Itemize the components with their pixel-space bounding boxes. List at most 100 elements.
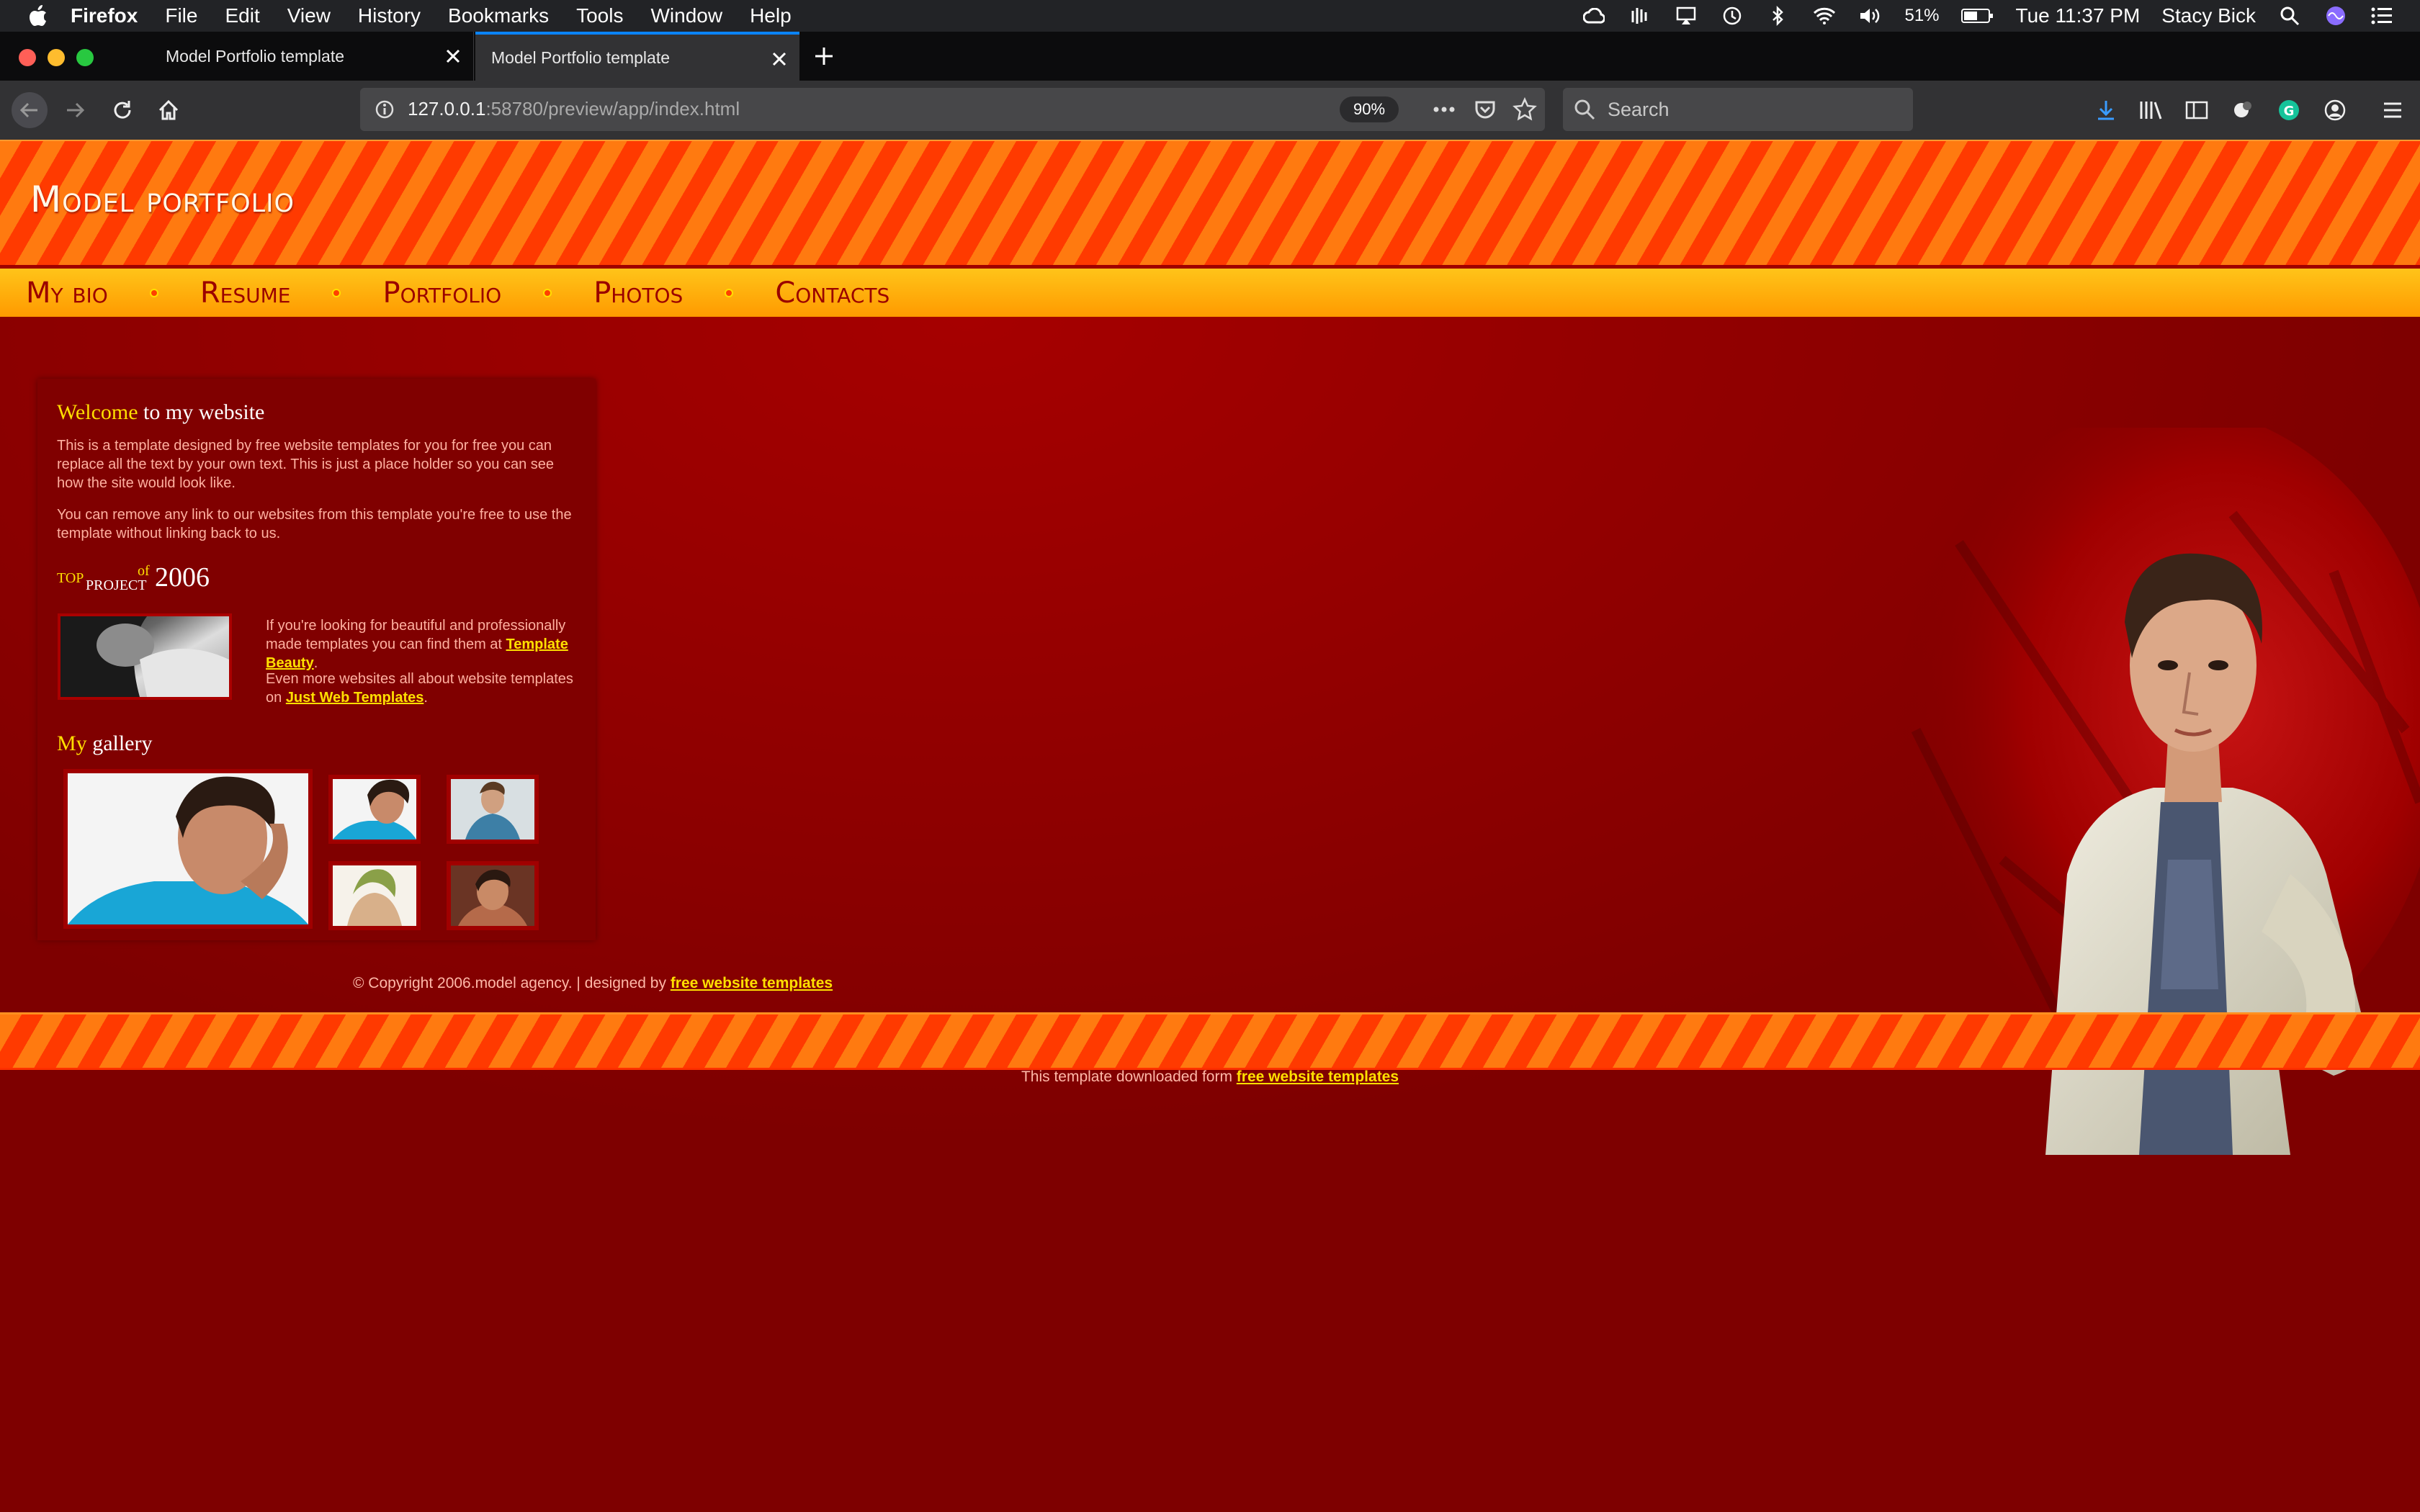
clock[interactable]: Tue 11:37 PM bbox=[2016, 4, 2141, 27]
menu-bookmarks[interactable]: Bookmarks bbox=[448, 4, 549, 27]
menu-tools[interactable]: Tools bbox=[576, 4, 623, 27]
nav-link-portfolio[interactable]: Portfolio bbox=[382, 276, 501, 310]
wifi-icon[interactable] bbox=[1812, 5, 1837, 27]
promo-2-end: . bbox=[424, 690, 428, 706]
volume-icon[interactable] bbox=[1858, 5, 1883, 27]
forward-button[interactable] bbox=[58, 93, 92, 127]
user-name[interactable]: Stacy Bick bbox=[2161, 4, 2256, 27]
download-credit-text: This template downloaded form bbox=[1021, 1068, 1237, 1085]
battery-percent: 51% bbox=[1904, 6, 1940, 25]
promo-1-end: . bbox=[313, 655, 318, 671]
close-tab-icon[interactable] bbox=[443, 46, 463, 66]
gallery-highlight: My bbox=[57, 732, 87, 755]
menu-window[interactable]: Window bbox=[650, 4, 722, 27]
nav-link-my-bio[interactable]: My bio bbox=[26, 276, 108, 310]
nav-separator-dot bbox=[543, 288, 552, 297]
tab-title: Model Portfolio template bbox=[491, 48, 671, 67]
gallery-heading-rest: gallery bbox=[86, 732, 153, 755]
just-web-templates-link[interactable]: Just Web Templates bbox=[286, 690, 424, 706]
top-project-project: PROJECT bbox=[86, 577, 147, 593]
gallery-photo-large[interactable] bbox=[63, 769, 313, 929]
top-project-photo[interactable] bbox=[58, 613, 232, 700]
window-zoom-button[interactable] bbox=[76, 49, 94, 66]
macos-menubar: Firefox File Edit View History Bookmarks… bbox=[0, 0, 2420, 32]
site-nav: My bio Resume Portfolio Photos Contacts bbox=[0, 265, 2420, 317]
notification-center-icon[interactable] bbox=[2370, 5, 2394, 27]
bookmark-star-icon[interactable] bbox=[1512, 96, 1537, 125]
menu-app-name[interactable]: Firefox bbox=[71, 4, 138, 27]
gallery-photo-3[interactable] bbox=[447, 775, 539, 844]
navigation-toolbar: 127.0.0.1:58780/preview/app/index.html 9… bbox=[0, 81, 2420, 140]
promo-just-web-templates: Even more websites all about website tem… bbox=[266, 670, 583, 707]
new-tab-icon[interactable] bbox=[810, 42, 838, 71]
menu-edit[interactable]: Edit bbox=[225, 4, 259, 27]
menubar-status-area: 51% Tue 11:37 PM Stacy Bick bbox=[1582, 0, 2394, 32]
copyright-line: © Copyright 2006.model agency. | designe… bbox=[353, 975, 833, 992]
promo-template-beauty: If you're looking for beautiful and prof… bbox=[266, 616, 583, 672]
gallery-heading: My gallery bbox=[57, 732, 152, 756]
account-icon[interactable] bbox=[2318, 93, 2352, 127]
airplay-icon[interactable] bbox=[1674, 5, 1698, 27]
intro-paragraph-2: You can remove any link to our websites … bbox=[57, 507, 572, 541]
site-title: Model portfolio bbox=[30, 179, 295, 220]
pocket-icon[interactable] bbox=[1474, 98, 1497, 125]
nav-separator-dot bbox=[725, 288, 734, 297]
hamburger-menu-icon[interactable] bbox=[2375, 93, 2410, 127]
url-host: 127.0.0.1 bbox=[408, 98, 486, 120]
menu-help[interactable]: Help bbox=[750, 4, 792, 27]
tab-model-portfolio-1[interactable]: Model Portfolio template bbox=[150, 32, 474, 81]
svg-text:G: G bbox=[2284, 104, 2295, 119]
grammarly-icon[interactable]: G bbox=[2272, 93, 2306, 127]
library-icon[interactable] bbox=[2133, 93, 2168, 127]
search-input[interactable] bbox=[1608, 96, 1896, 122]
close-tab-icon[interactable] bbox=[769, 49, 789, 69]
download-credit-link[interactable]: free website templates bbox=[1237, 1068, 1399, 1085]
search-box[interactable] bbox=[1563, 88, 1913, 131]
downloads-icon[interactable] bbox=[2089, 93, 2123, 127]
time-machine-icon[interactable] bbox=[1720, 5, 1744, 27]
free-website-templates-link[interactable]: free website templates bbox=[671, 975, 833, 991]
gallery-photo-2[interactable] bbox=[328, 775, 421, 844]
top-project-top: TOP bbox=[57, 570, 84, 586]
battery-icon[interactable] bbox=[1960, 5, 1994, 27]
menu-history[interactable]: History bbox=[358, 4, 421, 27]
back-button[interactable] bbox=[12, 92, 48, 128]
home-button[interactable] bbox=[151, 93, 186, 127]
top-project-2006-heading: TOP PROJECT of 2006 bbox=[57, 556, 287, 599]
site-info-icon[interactable] bbox=[375, 99, 395, 123]
top-project-year: 2006 bbox=[155, 562, 210, 593]
spotlight-search-icon[interactable] bbox=[2277, 5, 2302, 27]
nav-link-contacts[interactable]: Contacts bbox=[775, 276, 889, 310]
footer-stripe bbox=[0, 1012, 2420, 1070]
window-close-button[interactable] bbox=[19, 49, 36, 66]
intro-paragraph-1: This is a template designed by free webs… bbox=[57, 438, 554, 491]
web-page: Model portfolio My bio Resume Portfolio … bbox=[0, 140, 2420, 1512]
url-path: :58780/preview/app/index.html bbox=[485, 98, 740, 120]
site-header: Model portfolio bbox=[0, 140, 2420, 265]
url-bar[interactable]: 127.0.0.1:58780/preview/app/index.html 9… bbox=[360, 88, 1545, 131]
sidebar-icon[interactable] bbox=[2179, 93, 2214, 127]
copyright-text: © Copyright 2006.model agency. | designe… bbox=[353, 975, 671, 991]
tab-model-portfolio-2[interactable]: Model Portfolio template bbox=[475, 32, 799, 81]
zoom-level-badge[interactable]: 90% bbox=[1340, 96, 1399, 122]
siri-icon[interactable] bbox=[2323, 5, 2348, 27]
menu-view[interactable]: View bbox=[287, 4, 331, 27]
gallery-photo-5[interactable] bbox=[447, 861, 539, 930]
creative-cloud-icon[interactable] bbox=[1582, 5, 1606, 27]
audio-levels-icon[interactable] bbox=[1628, 5, 1652, 27]
extension-icon[interactable] bbox=[2226, 93, 2260, 127]
search-icon bbox=[1573, 98, 1596, 125]
bluetooth-icon[interactable] bbox=[1766, 5, 1791, 27]
gallery-photo-4[interactable] bbox=[328, 861, 421, 930]
url-text[interactable]: 127.0.0.1:58780/preview/app/index.html bbox=[408, 98, 740, 120]
reload-button[interactable] bbox=[105, 93, 140, 127]
nav-link-photos[interactable]: Photos bbox=[593, 276, 683, 310]
window-minimize-button[interactable] bbox=[48, 49, 65, 66]
apple-icon[interactable] bbox=[27, 4, 49, 27]
welcome-heading: Welcome to my website bbox=[57, 400, 264, 425]
top-project-of: of bbox=[138, 563, 150, 579]
menu-file[interactable]: File bbox=[165, 4, 197, 27]
nav-separator-dot bbox=[332, 288, 341, 297]
nav-link-resume[interactable]: Resume bbox=[200, 276, 291, 310]
page-actions-icon[interactable] bbox=[1432, 99, 1456, 123]
